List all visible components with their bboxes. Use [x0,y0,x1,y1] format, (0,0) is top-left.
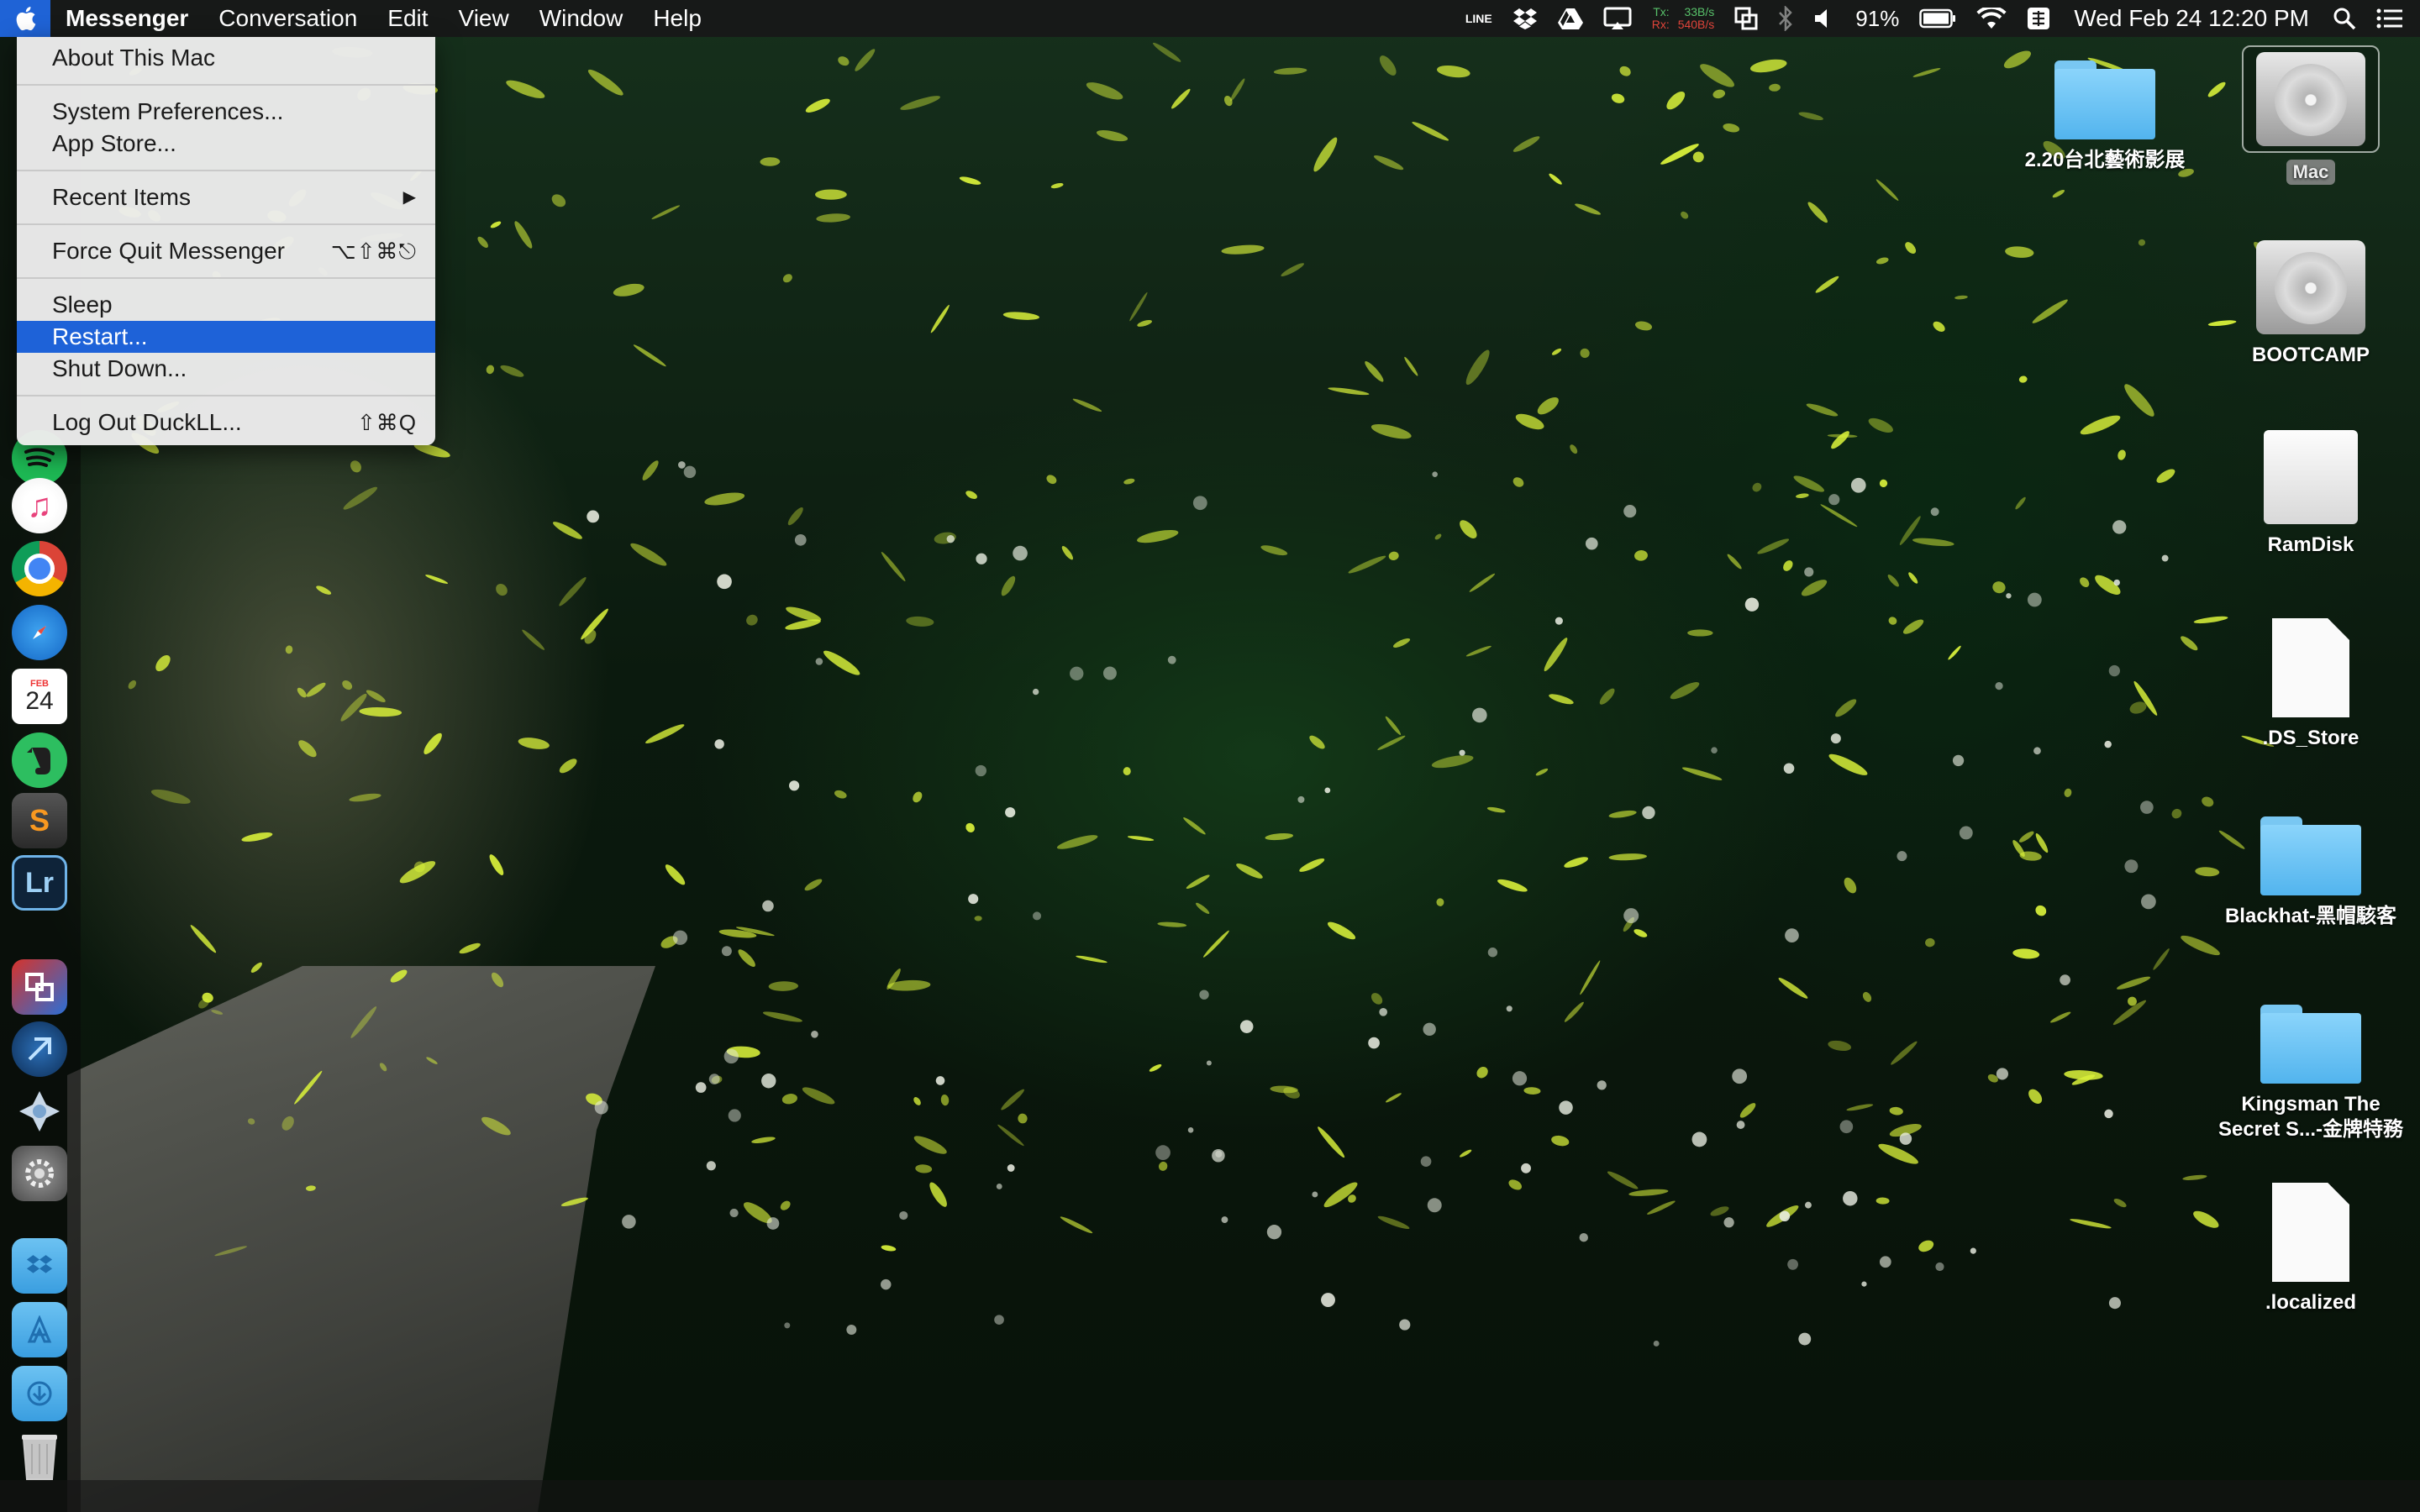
airplay-status-icon[interactable] [1593,0,1642,37]
menu-item-about-this-mac[interactable]: About This Mac [17,42,435,74]
menu-item-recent-items[interactable]: Recent Items ▶ [17,181,435,213]
menu-item-label: Recent Items [52,184,191,210]
desktop-folder-kingsman[interactable]: Kingsman The Secret S...-金牌特務 [2210,1005,2412,1142]
menu-item-app-store[interactable]: App Store... [17,128,435,160]
notification-center-icon[interactable] [2366,0,2420,37]
menu-item-label: Log Out DuckLL... [52,409,242,435]
desktop-folder-blackhat[interactable]: Blackhat-黑帽駭客 [2202,816,2420,929]
folder-icon [2260,1005,2361,1084]
downloads-folder-icon[interactable] [12,1366,67,1421]
external-disk-icon [2264,430,2358,524]
calendar-icon[interactable]: FEB 24 [12,669,67,724]
menu-conversation[interactable]: Conversation [203,0,372,37]
menu-help[interactable]: Help [638,0,717,37]
apple-menu: About This Mac System Preferences... App… [17,37,435,445]
input-method-icon[interactable] [2017,0,2060,37]
lightroom-icon[interactable]: Lr [12,855,67,911]
menu-item-system-preferences[interactable]: System Preferences... [17,96,435,128]
submenu-arrow-icon: ▶ [402,188,417,207]
desktop-item-label: BOOTCAMP [2252,344,2370,366]
line-status-icon[interactable]: LINE [1455,0,1502,37]
menu-separator [17,277,435,279]
menu-item-shut-down[interactable]: Shut Down... [17,353,435,385]
desktop-item-label: .DS_Store [2262,727,2360,749]
desktop-disk-bootcamp[interactable]: BOOTCAMP [2227,240,2395,368]
menu-item-label: System Preferences... [52,98,284,124]
spotlight-search-icon[interactable] [2323,0,2366,37]
dropbox-folder-icon[interactable] [12,1238,67,1294]
menu-item-shortcut: ⇧⌘Q [356,410,417,435]
desktop-folder-taipei-film[interactable]: 2.20台北藝術影展 [2012,60,2197,173]
parallels-icon[interactable] [12,959,67,1015]
folder-icon [2054,60,2155,139]
network-monitor[interactable]: Tx: Rx: 33B/s 540B/s [1642,0,1725,37]
bottom-edge [0,1480,2420,1512]
menu-edit[interactable]: Edit [372,0,443,37]
desktop-file-ds-store[interactable]: .DS_Store [2227,618,2395,751]
menu-item-restart[interactable]: Restart... [17,321,435,353]
net-tx-rate: 33B/s [1684,5,1715,18]
menu-item-label: About This Mac [52,45,216,71]
folder-icon [2260,816,2361,895]
menu-item-log-out[interactable]: Log Out DuckLL... ⇧⌘Q [17,407,435,438]
menu-separator [17,170,435,171]
hard-disk-icon [2256,240,2365,334]
desktop-item-label: Kingsman The Secret S...-金牌特務 [2217,1093,2404,1141]
menu-item-label: Shut Down... [52,355,187,381]
playstation-icon[interactable] [12,1084,67,1139]
menu-item-shortcut: ⌥⇧⌘⎋ [330,239,417,264]
calendar-day: 24 [25,687,54,715]
xcode-icon[interactable] [12,1021,67,1077]
desktop-disk-mac[interactable]: Mac [2242,45,2380,185]
net-rx-rate: 540B/s [1677,18,1715,31]
desktop-item-label: Blackhat-黑帽駭客 [2224,905,2397,927]
system-preferences-icon[interactable] [12,1146,67,1201]
itunes-icon[interactable]: ♫ [12,478,67,533]
screen-sharing-status-icon[interactable] [1724,0,1768,37]
applications-folder-icon[interactable] [12,1302,67,1357]
safari-icon[interactable] [12,605,67,660]
menu-separator [17,84,435,86]
volume-status-icon[interactable] [1803,0,1845,37]
bluetooth-status-icon[interactable] [1768,0,1803,37]
sublime-text-icon[interactable]: S [12,793,67,848]
desktop-item-label: Mac [2286,160,2336,185]
google-drive-status-icon[interactable] [1548,0,1593,37]
net-rx-label: Rx: [1651,18,1670,31]
document-icon [2272,618,2349,717]
apple-menu-icon[interactable] [0,0,50,37]
menu-item-label: Force Quit Messenger [52,238,285,264]
menu-app-name[interactable]: Messenger [50,0,203,37]
trash-icon[interactable] [12,1428,67,1483]
menu-view[interactable]: View [444,0,524,37]
chrome-icon[interactable] [12,541,67,596]
menu-item-label: Restart... [52,323,148,349]
hard-disk-icon [2256,52,2365,146]
wifi-status-icon[interactable] [1966,0,2017,37]
clock[interactable]: Wed Feb 24 12:20 PM [2060,0,2323,37]
battery-percent[interactable]: 91% [1845,0,1909,37]
menu-item-sleep[interactable]: Sleep [17,289,435,321]
desktop-item-label: .localized [2265,1291,2357,1314]
evernote-icon[interactable] [12,732,67,788]
document-icon [2272,1183,2349,1282]
menu-item-force-quit[interactable]: Force Quit Messenger ⌥⇧⌘⎋ [17,235,435,267]
desktop-disk-ramdisk[interactable]: RamDisk [2227,430,2395,558]
status-area: LINE Tx: Rx: 33B/s 540B/s 91% Wed Feb 24… [1455,0,2420,37]
menu-window[interactable]: Window [524,0,639,37]
menu-separator [17,223,435,225]
menu-item-label: Sleep [52,291,113,318]
menu-separator [17,395,435,396]
dropbox-status-icon[interactable] [1502,0,1548,37]
desktop-item-label: RamDisk [2267,533,2354,556]
menu-bar: Messenger Conversation Edit View Window … [0,0,2420,37]
net-tx-label: Tx: [1653,5,1670,18]
desktop-item-label: 2.20台北藝術影展 [2024,149,2186,171]
desktop-file-localized[interactable]: .localized [2227,1183,2395,1315]
battery-icon[interactable] [1909,0,1966,37]
menu-item-label: App Store... [52,130,176,156]
